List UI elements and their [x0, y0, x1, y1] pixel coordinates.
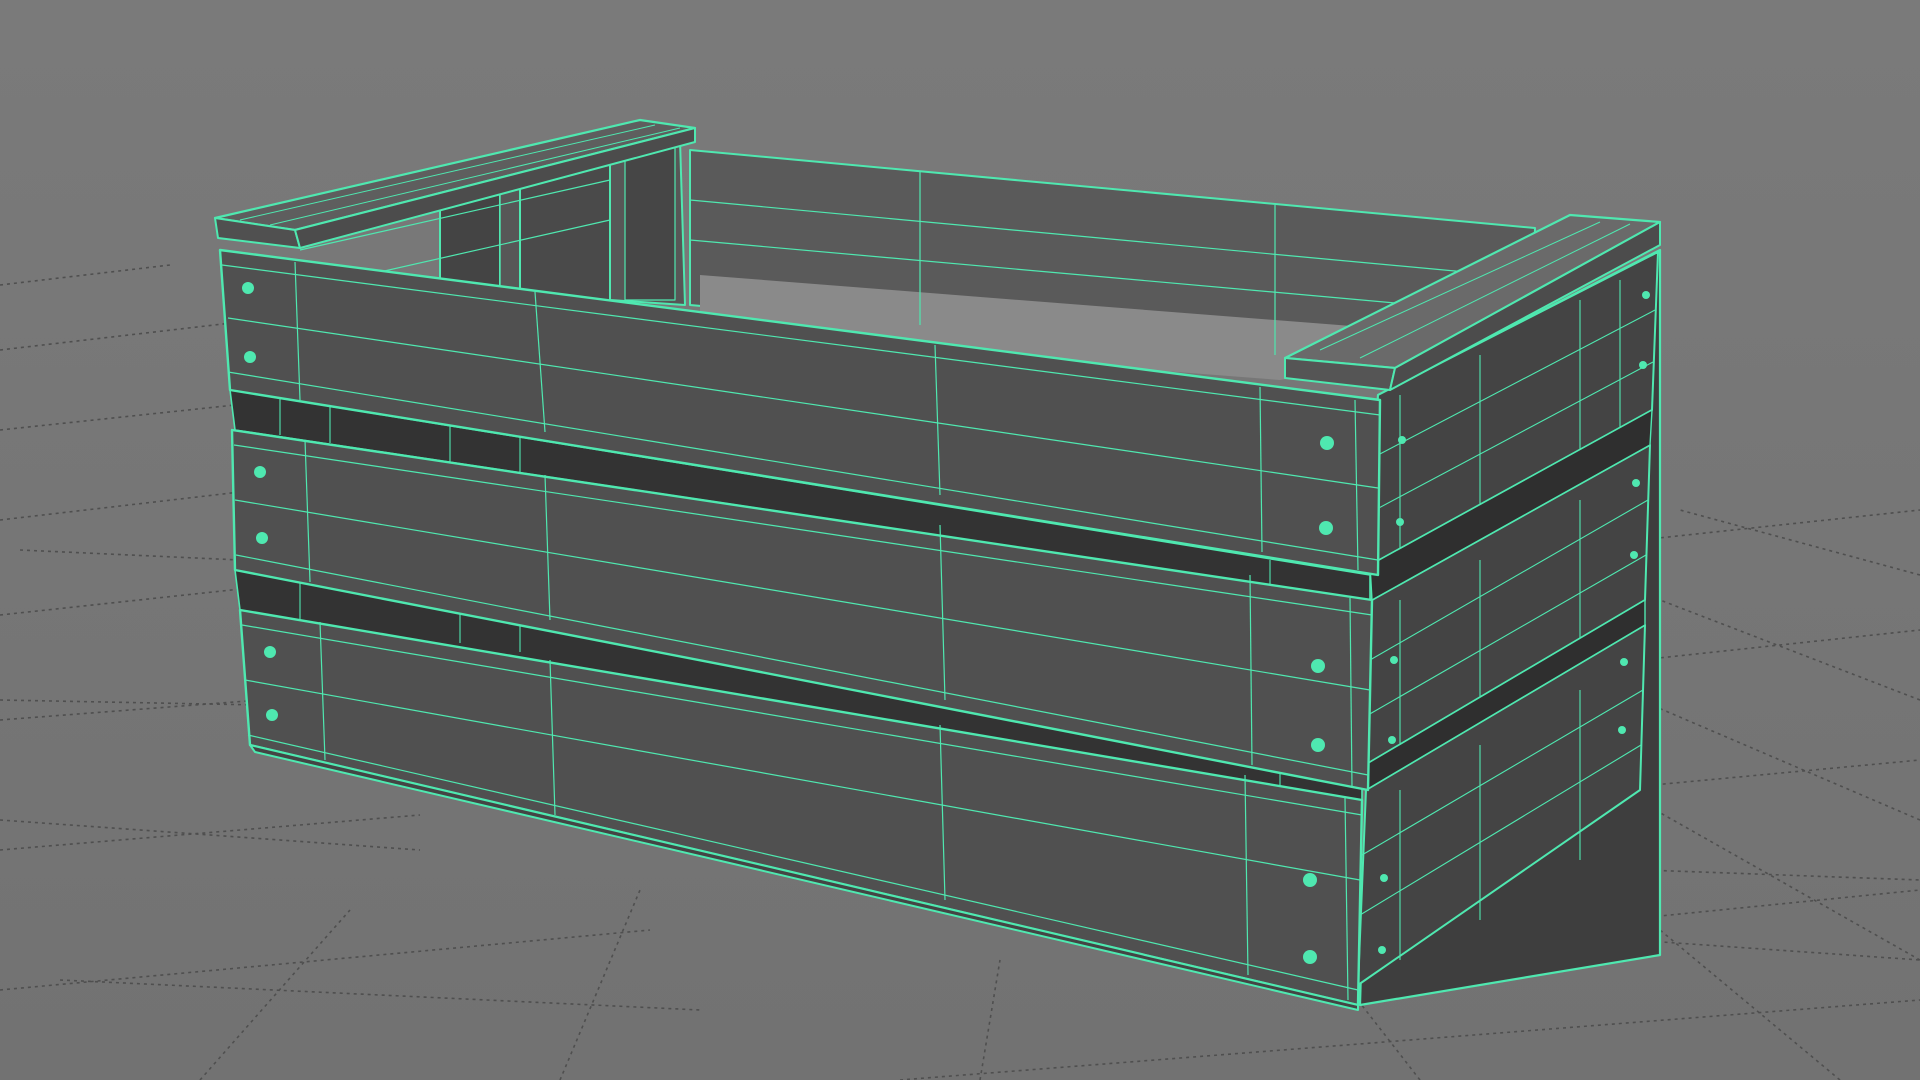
crate-mesh[interactable]	[213, 118, 1662, 1011]
3d-viewport[interactable]	[0, 0, 1920, 1080]
viewport-canvas[interactable]	[0, 0, 1920, 1080]
